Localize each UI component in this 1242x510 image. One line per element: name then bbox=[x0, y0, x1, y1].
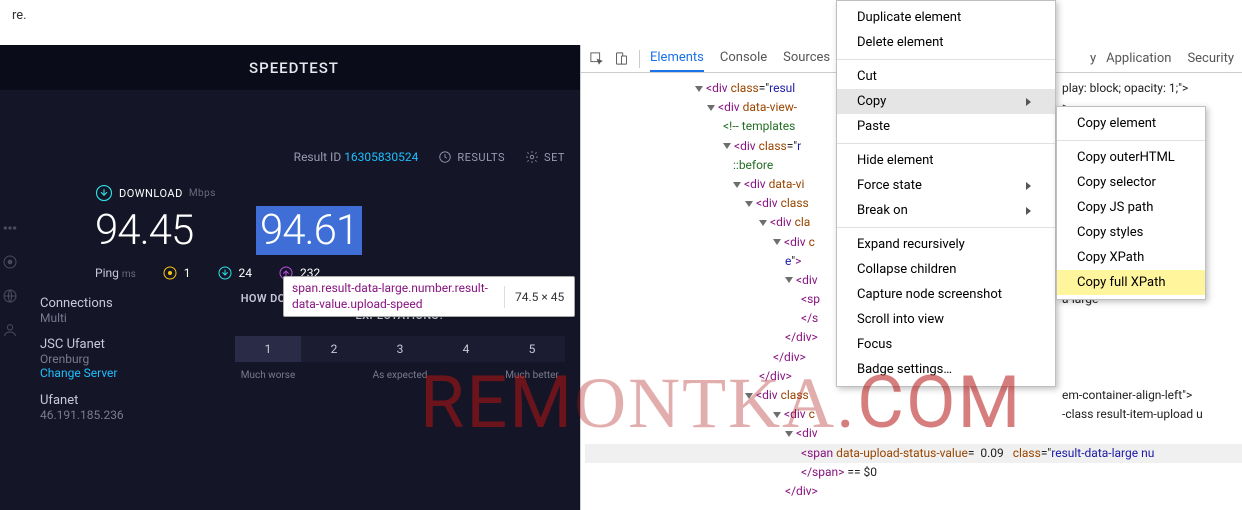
menu-item-paste[interactable]: Paste bbox=[837, 114, 1055, 139]
menu-item-copy-styles[interactable]: Copy styles bbox=[1057, 220, 1205, 245]
latency-icon bbox=[162, 265, 178, 281]
speedtest-header: SPEEDTEST bbox=[0, 45, 580, 90]
history-icon bbox=[438, 150, 452, 164]
speedtest-sidebar bbox=[0, 90, 20, 434]
network-icon[interactable] bbox=[2, 254, 18, 270]
inspect-selector: span.result-data-large.number.result-dat… bbox=[284, 277, 504, 316]
device-icon[interactable] bbox=[614, 51, 629, 66]
speedtest-panel: SPEEDTEST Result ID 16305830524 RESULTS bbox=[0, 45, 580, 510]
compare-cell-1[interactable]: 1 bbox=[235, 336, 301, 362]
menu-item-force-state[interactable]: Force state bbox=[837, 173, 1055, 198]
results-link[interactable]: RESULTS bbox=[438, 150, 505, 164]
inspect-icon[interactable] bbox=[589, 51, 604, 66]
devtools-tab-elements[interactable]: Elements bbox=[650, 45, 704, 72]
compare-scale: 12345 bbox=[235, 336, 565, 362]
context-menu-main[interactable]: Duplicate elementDelete element CutCopyPa… bbox=[836, 0, 1056, 387]
change-server-link[interactable]: Change Server bbox=[40, 366, 117, 380]
server-block: Ufanet 46.191.185.236 bbox=[40, 393, 235, 422]
menu-item-scroll-into-view[interactable]: Scroll into view bbox=[837, 307, 1055, 332]
globe-icon[interactable] bbox=[2, 288, 18, 304]
menu-item-capture-node-screenshot[interactable]: Capture node screenshot bbox=[837, 282, 1055, 307]
menu-item-copy-js-path[interactable]: Copy JS path bbox=[1057, 195, 1205, 220]
settings-link[interactable]: SET bbox=[525, 150, 565, 164]
result-id-label: Result ID 16305830524 bbox=[294, 150, 419, 164]
down-jitter-icon bbox=[217, 265, 233, 281]
menu-item-copy-outerhtml[interactable]: Copy outerHTML bbox=[1057, 145, 1205, 170]
menu-item-hide-element[interactable]: Hide element bbox=[837, 148, 1055, 173]
download-unit: Mbps bbox=[189, 188, 216, 199]
ping-label: Ping bbox=[95, 266, 119, 280]
compare-cell-5[interactable]: 5 bbox=[499, 336, 565, 362]
devtools-tab-security[interactable]: Security bbox=[1187, 46, 1234, 71]
menu-item-duplicate-element[interactable]: Duplicate element bbox=[837, 5, 1055, 30]
menu-item-cut[interactable]: Cut bbox=[837, 64, 1055, 89]
menu-item-copy-selector[interactable]: Copy selector bbox=[1057, 170, 1205, 195]
result-id-link[interactable]: 16305830524 bbox=[344, 150, 418, 164]
devtools-tab-sources[interactable]: Sources bbox=[783, 45, 830, 72]
compare-cell-4[interactable]: 4 bbox=[433, 336, 499, 362]
upload-block: 94.61 bbox=[256, 184, 362, 255]
download-label: DOWNLOAD bbox=[119, 187, 183, 200]
more-icon[interactable] bbox=[2, 220, 18, 236]
inspect-dimensions: 74.5 × 45 bbox=[504, 286, 574, 308]
compare-cell-2[interactable]: 2 bbox=[301, 336, 367, 362]
devtools-tab-application[interactable]: Application bbox=[1106, 46, 1171, 71]
ping-down-jitter: 24 bbox=[217, 265, 253, 281]
menu-item-copy-full-xpath[interactable]: Copy full XPath bbox=[1057, 270, 1205, 295]
upload-value[interactable]: 94.61 bbox=[256, 206, 362, 255]
isp-block: JSC Ufanet Orenburg Change Server bbox=[40, 337, 235, 381]
inspect-tooltip: span.result-data-large.number.result-dat… bbox=[283, 276, 575, 317]
download-block: DOWNLOAD Mbps 94.45 bbox=[95, 184, 216, 255]
context-menu-copy-sub[interactable]: Copy elementCopy outerHTMLCopy selectorC… bbox=[1056, 106, 1206, 300]
menu-item-collapse-children[interactable]: Collapse children bbox=[837, 257, 1055, 282]
speedtest-brand-text: SPEEDTEST bbox=[249, 59, 339, 77]
connections-block: Connections Multi bbox=[40, 296, 235, 325]
menu-item-badge-settings-[interactable]: Badge settings… bbox=[837, 357, 1055, 382]
menu-item-break-on[interactable]: Break on bbox=[837, 198, 1055, 223]
user-icon[interactable] bbox=[2, 322, 18, 338]
ping-latency: 1 bbox=[162, 265, 191, 281]
download-value: 94.45 bbox=[95, 206, 216, 255]
tab-cut: y bbox=[1090, 51, 1096, 66]
download-icon bbox=[95, 184, 113, 202]
menu-item-copy[interactable]: Copy bbox=[837, 89, 1055, 114]
devtools-tab-console[interactable]: Console bbox=[720, 45, 767, 72]
compare-cell-3[interactable]: 3 bbox=[367, 336, 433, 362]
speedtest-logo: SPEEDTEST bbox=[241, 59, 339, 77]
menu-item-delete-element[interactable]: Delete element bbox=[837, 30, 1055, 55]
menu-item-expand-recursively[interactable]: Expand recursively bbox=[837, 232, 1055, 257]
menu-item-copy-xpath[interactable]: Copy XPath bbox=[1057, 245, 1205, 270]
menu-item-focus[interactable]: Focus bbox=[837, 332, 1055, 357]
gear-icon bbox=[525, 150, 539, 164]
menu-item-copy-element[interactable]: Copy element bbox=[1057, 111, 1205, 136]
